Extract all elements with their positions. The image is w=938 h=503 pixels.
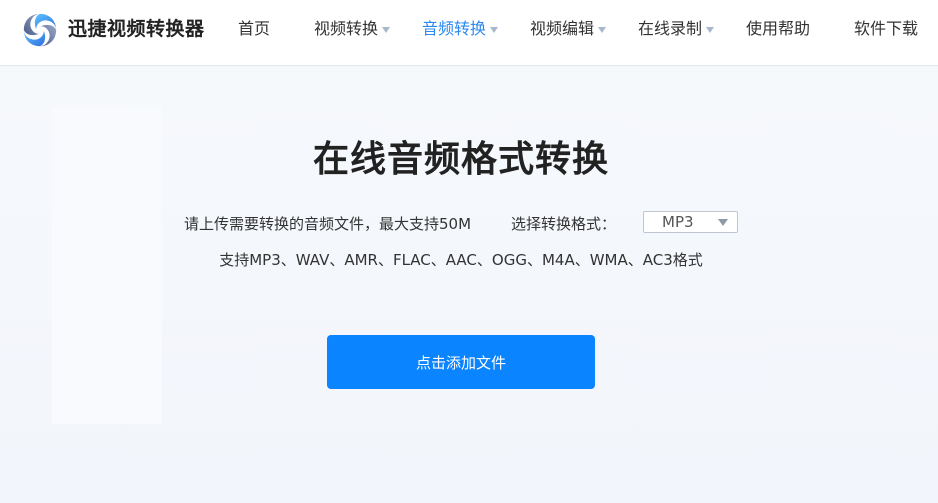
caret-down-icon (706, 26, 715, 33)
nav-item-label: 软件下载 (854, 19, 919, 38)
brand-name[interactable]: 迅捷视频转换器 (68, 17, 205, 41)
nav-item-home[interactable]: 首页 (238, 19, 270, 39)
nav-item-label: 首页 (238, 19, 271, 38)
converter-panel: 在线音频格式转换 请上传需要转换的音频文件，最大支持50M 选择转换格式： MP… (0, 67, 938, 503)
swirl-logo-icon[interactable] (21, 11, 59, 49)
page: 迅捷视频转换器 首页 视频转换 音频转换 视频编辑 在线录制 使用帮助 软件下载… (0, 0, 938, 503)
caret-down-icon (382, 26, 391, 33)
nav-item-help[interactable]: 使用帮助 (746, 19, 810, 39)
chevron-down-icon (718, 219, 728, 226)
nav-item-online-record[interactable]: 在线录制 (638, 19, 715, 39)
format-label: 选择转换格式： (511, 215, 617, 233)
nav-item-audio-convert[interactable]: 音频转换 (422, 19, 499, 39)
add-file-button[interactable]: 点击添加文件 (327, 335, 595, 389)
nav-item-label: 视频编辑 (530, 19, 595, 38)
caret-down-icon (490, 26, 499, 33)
nav-item-video-convert[interactable]: 视频转换 (314, 19, 391, 39)
nav-item-label: 使用帮助 (746, 19, 811, 38)
top-navbar: 迅捷视频转换器 首页 视频转换 音频转换 视频编辑 在线录制 使用帮助 软件下载 (0, 0, 938, 66)
nav-item-video-edit[interactable]: 视频编辑 (530, 19, 607, 39)
caret-down-icon (598, 26, 607, 33)
format-select-value: MP3 (662, 213, 694, 231)
nav-item-label: 视频转换 (314, 19, 379, 38)
supported-formats-text: 支持MP3、WAV、AMR、FLAC、AAC、OGG、M4A、WMA、AC3格式 (219, 251, 703, 269)
page-title: 在线音频格式转换 (312, 139, 609, 180)
nav-item-label: 在线录制 (638, 19, 703, 38)
nav-item-label: 音频转换 (422, 19, 487, 38)
format-select[interactable]: MP3 (643, 211, 738, 233)
nav-item-download[interactable]: 软件下载 (854, 19, 918, 39)
upload-description: 请上传需要转换的音频文件，最大支持50M (184, 215, 472, 233)
